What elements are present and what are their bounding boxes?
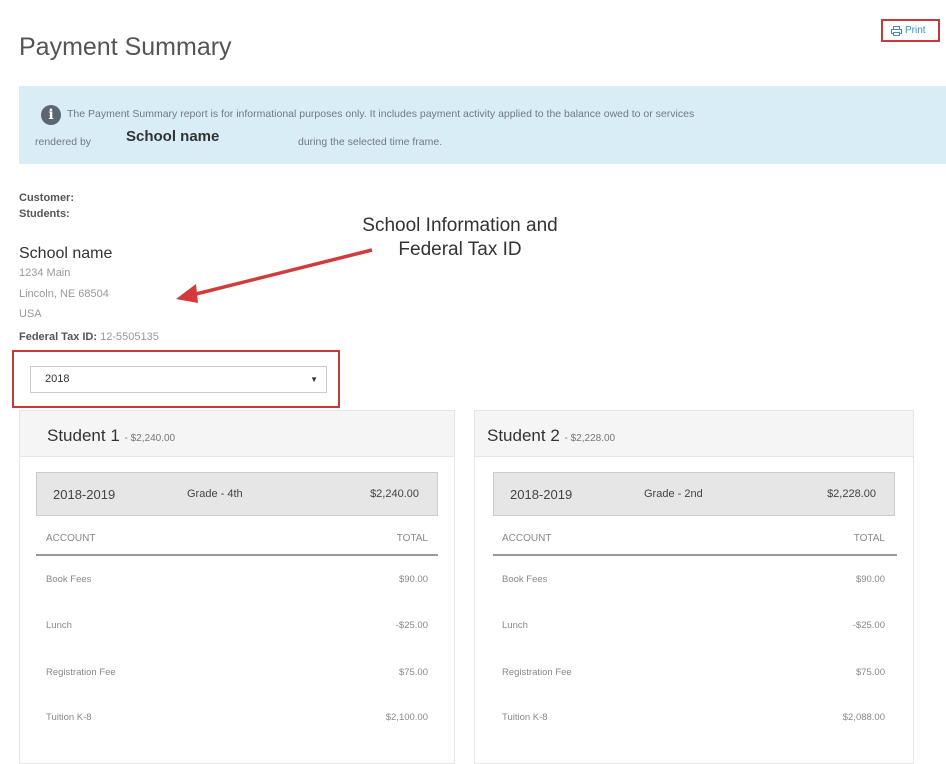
account-row-total: $90.00	[398, 574, 428, 585]
year-total: $2,228.00	[827, 488, 876, 500]
info-text-suffix: during the selected time frame.	[298, 136, 443, 148]
info-text-prefix: rendered by	[35, 136, 92, 148]
student-name: Student 1	[47, 426, 120, 445]
account-row-label: Book Fees	[46, 574, 92, 585]
account-row-total: -$25.00	[852, 620, 885, 631]
school-name: School name	[19, 245, 113, 262]
account-row-label: Book Fees	[502, 574, 548, 585]
student-title: Student 2 - $2,228.00	[487, 426, 615, 446]
student-card-header: Student 2 - $2,228.00	[475, 411, 913, 457]
school-year-bar[interactable]: 2018-2019 Grade - 4th $2,240.00	[36, 472, 438, 516]
account-row-total: $2,088.00	[842, 712, 885, 723]
students-label: Students:	[19, 208, 70, 220]
account-column-header: ACCOUNT	[502, 533, 552, 544]
print-label: Print	[905, 25, 926, 36]
student-card-header: Student 1 - $2,240.00	[20, 411, 454, 457]
student-name: Student 2	[487, 426, 560, 445]
year-select[interactable]: 2018 ▼	[30, 366, 327, 393]
federal-tax-id-value: 12-5505135	[100, 331, 159, 343]
student-total: - $2,228.00	[564, 433, 616, 444]
account-row-label: Lunch	[502, 620, 528, 631]
account-row-total: $75.00	[398, 667, 428, 678]
school-year: 2018-2019	[510, 487, 573, 502]
header-divider	[493, 554, 897, 556]
account-row-label: Registration Fee	[502, 667, 572, 678]
school-year-bar[interactable]: 2018-2019 Grade - 2nd $2,228.00	[493, 472, 895, 516]
account-row-total: -$25.00	[395, 620, 428, 631]
annotation-callout: School Information and Federal Tax ID	[345, 214, 575, 262]
account-row-label: Tuition K-8	[502, 712, 548, 723]
info-text-line1: The Payment Summary report is for inform…	[67, 108, 695, 120]
federal-tax-id: Federal Tax ID: 12-5505135	[19, 331, 159, 343]
student-card: Student 2 - $2,228.00 2018-2019 Grade - …	[474, 410, 914, 764]
annotation-line1: School Information and	[362, 215, 558, 236]
customer-label: Customer:	[19, 192, 75, 204]
print-link[interactable]: Print	[891, 25, 926, 36]
printer-icon	[891, 25, 902, 36]
school-address-line1: 1234 Main	[19, 267, 71, 279]
total-column-header: TOTAL	[396, 533, 428, 544]
account-column-header: ACCOUNT	[46, 533, 96, 544]
account-row-label: Lunch	[46, 620, 72, 631]
student-title: Student 1 - $2,240.00	[47, 426, 175, 446]
account-row-total: $75.00	[855, 667, 885, 678]
account-row-label: Registration Fee	[46, 667, 116, 678]
chevron-down-icon: ▼	[310, 375, 318, 384]
header-divider	[36, 554, 438, 556]
account-row-label: Tuition K-8	[46, 712, 92, 723]
account-row-total: $90.00	[855, 574, 885, 585]
year-select-value: 2018	[45, 373, 70, 385]
account-row-total: $2,100.00	[385, 712, 428, 723]
annotation-line2: Federal Tax ID	[398, 239, 522, 260]
info-icon: i	[41, 105, 61, 125]
grade-label: Grade - 4th	[187, 488, 243, 500]
school-year: 2018-2019	[53, 487, 116, 502]
total-column-header: TOTAL	[853, 533, 885, 544]
info-banner	[19, 86, 946, 164]
student-total: - $2,240.00	[124, 433, 176, 444]
year-total: $2,240.00	[370, 488, 419, 500]
school-address-line2: Lincoln, NE 68504	[19, 288, 109, 300]
grade-label: Grade - 2nd	[644, 488, 703, 500]
info-school-name: School name	[126, 128, 220, 145]
federal-tax-id-label: Federal Tax ID:	[19, 331, 98, 343]
page-title: Payment Summary	[19, 33, 232, 61]
school-country: USA	[19, 308, 42, 320]
student-card: Student 1 - $2,240.00 2018-2019 Grade - …	[19, 410, 455, 764]
